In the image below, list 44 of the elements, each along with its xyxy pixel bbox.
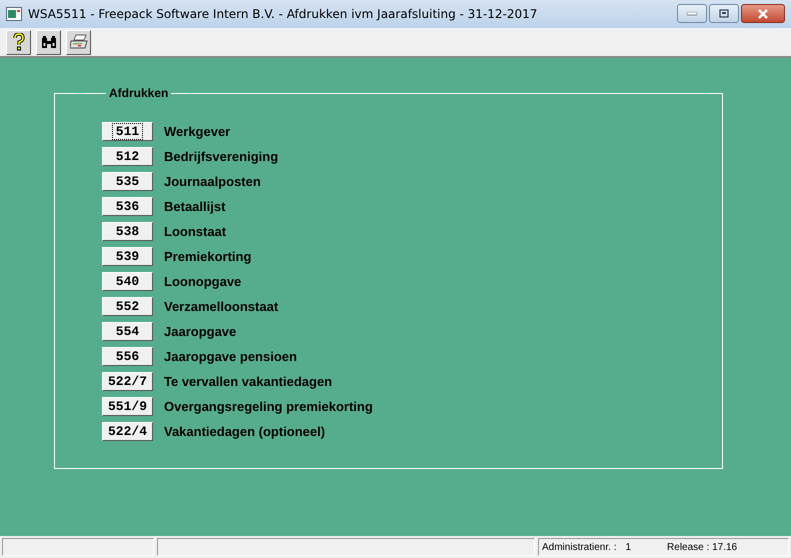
printer-icon [70, 34, 88, 50]
close-button[interactable] [741, 4, 785, 23]
report-label: Te vervallen vakantiedagen [164, 374, 332, 389]
report-label: Loonopgave [164, 274, 242, 289]
app-icon [6, 7, 22, 21]
report-button[interactable]: 554 [102, 322, 153, 341]
print-button[interactable] [66, 30, 91, 54]
report-button[interactable]: 540 [102, 272, 153, 291]
report-button[interactable]: 539 [102, 247, 153, 266]
report-button[interactable]: 522/7 [102, 372, 153, 391]
minimize-button[interactable] [677, 4, 707, 23]
search-button[interactable] [36, 30, 61, 54]
maximize-button[interactable] [709, 4, 739, 23]
report-button[interactable]: 512 [102, 147, 153, 166]
admin-value: 1 [625, 542, 632, 552]
report-label: Verzamelloonstaat [164, 299, 278, 314]
binoculars-icon [42, 36, 56, 48]
report-label: Bedrijfsvereniging [164, 149, 278, 164]
report-label: Werkgever [164, 124, 230, 139]
report-label: Loonstaat [164, 224, 226, 239]
close-icon [757, 8, 769, 18]
report-label: Overgangsregeling premiekorting [164, 399, 373, 414]
report-button[interactable]: 535 [102, 172, 153, 191]
report-label: Jaaropgave pensioen [164, 349, 297, 364]
report-button[interactable]: 556 [102, 347, 153, 366]
report-label: Betaallijst [164, 199, 226, 214]
report-label: Premiekorting [164, 249, 252, 264]
help-button[interactable] [6, 30, 31, 54]
report-button[interactable]: 551/9 [102, 397, 153, 416]
window-title: WSA5511 - Freepack Software Intern B.V. - Afdrukken ivm Jaarafsluiting - 31-12-2017 [28, 7, 538, 21]
report-button[interactable]: 538 [102, 222, 153, 241]
report-button[interactable]: 522/4 [102, 422, 153, 441]
report-label: Jaaropgave [164, 324, 236, 339]
maximize-icon [719, 9, 729, 18]
admin-label: Administratienr. : [542, 542, 616, 552]
report-button[interactable]: 552 [102, 297, 153, 316]
report-label: Vakantiedagen (optioneel) [164, 424, 326, 439]
report-button[interactable]: 511 [102, 122, 153, 141]
question-icon [12, 33, 24, 51]
group-title: Afdrukken [108, 86, 170, 100]
report-button[interactable]: 536 [102, 197, 153, 216]
release-text: Release : 17.16 [667, 542, 738, 552]
report-label: Journaalposten [164, 174, 261, 189]
minimize-icon [687, 12, 697, 16]
